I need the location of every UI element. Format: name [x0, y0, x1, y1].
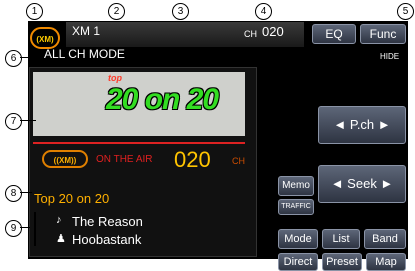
- channel-label: CH: [244, 29, 257, 39]
- leader-bracket: [34, 212, 36, 246]
- song-title: The Reason: [72, 214, 143, 229]
- mode-button[interactable]: Mode: [278, 229, 318, 249]
- leader-line: [20, 227, 30, 228]
- callout-4: 4: [255, 3, 272, 20]
- callout-6: 6: [5, 50, 22, 67]
- func-button[interactable]: Func: [360, 24, 406, 44]
- callout-5: 5: [397, 3, 414, 20]
- direct-button[interactable]: Direct: [278, 253, 318, 271]
- band-indicator: XM 1: [72, 24, 101, 38]
- list-button[interactable]: List: [322, 229, 360, 249]
- channel-art-top: top: [108, 73, 122, 83]
- on-air-channel-unit: CH: [232, 156, 245, 166]
- channel-number: 020: [262, 24, 284, 39]
- leader-line: [20, 192, 32, 193]
- callout-7: 7: [5, 113, 22, 130]
- divider: [33, 142, 245, 144]
- band-button[interactable]: Band: [364, 229, 406, 249]
- artist-name: Hoobastank: [72, 232, 142, 247]
- channel-art-text: 20 on 20: [106, 83, 219, 116]
- seek-button[interactable]: ◄ Seek ►: [318, 165, 406, 203]
- channel-mode-indicator: ALL CH MODE: [44, 47, 125, 61]
- callout-3: 3: [172, 3, 189, 20]
- hide-button[interactable]: HIDE: [380, 52, 399, 61]
- leader-line: [20, 57, 42, 58]
- display-screen: (XM) XM 1 CH 020 EQ Func ALL CH MODE HID…: [28, 21, 408, 271]
- memo-button[interactable]: Memo: [278, 176, 314, 196]
- callout-2: 2: [108, 3, 125, 20]
- leader-line: [20, 120, 36, 121]
- on-the-air-label: ON THE AIR: [96, 154, 153, 165]
- eq-button[interactable]: EQ: [312, 24, 356, 44]
- callout-8: 8: [5, 185, 22, 202]
- preset-button[interactable]: Preset: [322, 253, 362, 271]
- map-button[interactable]: Map: [366, 253, 406, 271]
- xm-logo: (XM): [30, 27, 60, 49]
- artist-icon: ♟: [56, 233, 66, 245]
- music-note-icon: ♪: [56, 214, 62, 226]
- channel-name: Top 20 on 20: [34, 191, 110, 206]
- sxm-logo: ((XM)): [42, 150, 88, 168]
- callout-9: 9: [5, 220, 22, 237]
- on-air-channel: 020: [174, 147, 211, 172]
- preset-channel-button[interactable]: ◄ P.ch ►: [318, 106, 406, 144]
- callout-1: 1: [26, 3, 43, 20]
- traffic-button[interactable]: TRAFFIC: [278, 199, 314, 215]
